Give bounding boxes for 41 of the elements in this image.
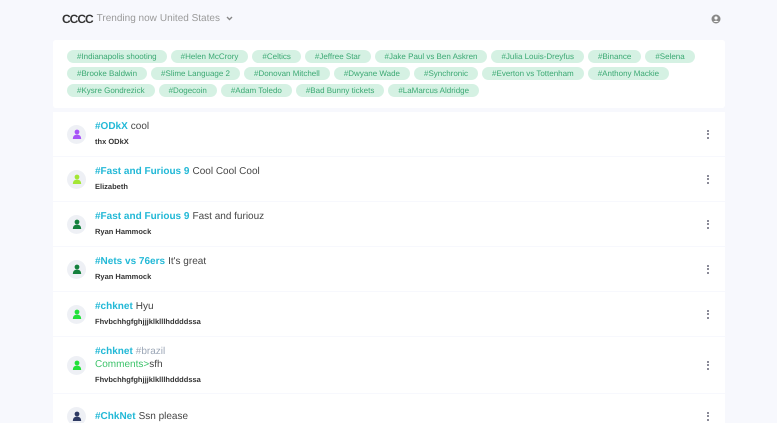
trend-tag[interactable]: #Helen McCrory — [170, 50, 248, 63]
hashtag-link[interactable]: #Nets vs 76ers — [95, 255, 166, 268]
trend-tag[interactable]: #Dogecoin — [158, 84, 217, 97]
hashtag-link[interactable]: #Fast and Furious 9 — [95, 165, 190, 178]
region-dropdown[interactable]: United States — [160, 11, 233, 26]
hashtag-link[interactable]: #ODkX — [95, 120, 128, 134]
trend-tag[interactable]: #Everton vs Tottenham — [482, 67, 584, 80]
trend-tag[interactable]: #Brooke Baldwin — [67, 67, 148, 80]
post-text: cool — [130, 120, 150, 134]
post-text: sfh — [149, 358, 163, 371]
account-icon[interactable] — [711, 14, 721, 24]
trend-tag[interactable]: #Jake Paul vs Ben Askren — [374, 50, 488, 63]
post-text: Hyu — [136, 300, 154, 314]
post-text: Ssn please — [138, 410, 188, 423]
trend-tag[interactable]: #Binance — [588, 50, 642, 63]
trend-tag[interactable]: #Dwyane Wade — [334, 67, 410, 80]
trend-tag[interactable]: #Adam Toledo — [220, 84, 292, 97]
trend-tag[interactable]: #Celtics — [252, 50, 301, 63]
trend-tag[interactable]: #Synchronic — [414, 67, 478, 80]
page-title: Trending now — [96, 12, 157, 26]
trend-tag[interactable]: #Indianapolis shooting — [67, 50, 167, 63]
post-text: Cool Cool Cool — [192, 165, 260, 178]
trend-tag[interactable]: #Donovan Mitchell — [244, 67, 330, 80]
comments-label: Comments> — [95, 358, 150, 371]
trend-tag[interactable]: #Slime Language 2 — [151, 67, 240, 80]
hashtag-link[interactable]: #Fast and Furious 9 — [95, 210, 190, 224]
post-text: It's great — [168, 255, 206, 268]
trend-tag[interactable]: #Bad Bunny tickets — [296, 84, 384, 97]
hashtag-link[interactable]: #chknet — [95, 300, 133, 314]
trend-tag[interactable]: #Selena — [645, 50, 695, 63]
post-text: Fast and furiouz — [192, 210, 264, 224]
trend-tag[interactable]: #LaMarcus Aldridge — [388, 84, 480, 97]
hashtag-link[interactable]: #ChkNet — [95, 410, 136, 423]
chevron-down-icon — [226, 16, 233, 21]
trend-tag[interactable]: #Anthony Mackie — [588, 67, 670, 80]
hashtag-link[interactable]: #chknet — [95, 345, 133, 358]
logo: CCCC — [62, 10, 93, 28]
trend-tag[interactable]: #Julia Louis-Dreyfus — [491, 50, 584, 63]
hashtag-link[interactable]: #brazil — [136, 345, 166, 358]
trend-tag[interactable]: #Kysre Gondrezick — [67, 84, 155, 97]
trend-tag[interactable]: #Jeffree Star — [304, 50, 371, 63]
